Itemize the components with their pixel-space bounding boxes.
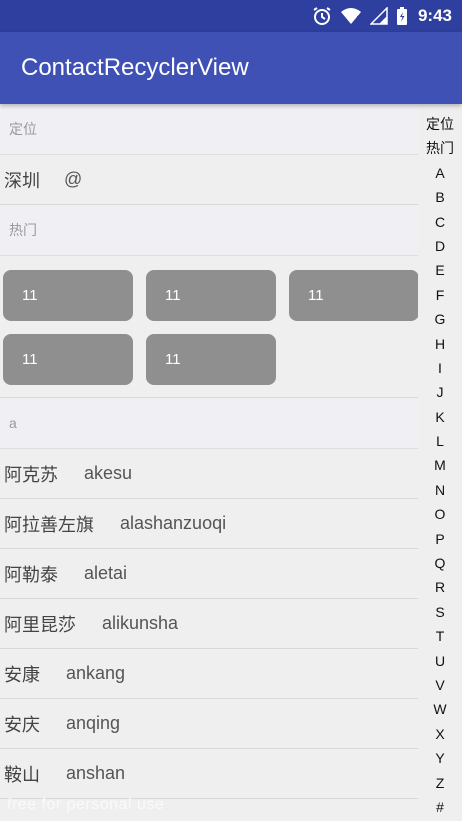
list-item[interactable]: 安康 ankang [0,649,418,699]
section-header-label: 热门 [9,222,37,238]
city-pinyin: akesu [84,463,133,483]
hot-city-chip[interactable]: 11 [146,270,276,321]
list-item[interactable]: 鞍山 anshan [0,749,418,799]
city-name: 安庆 [4,714,40,735]
index-letter[interactable]: H [435,332,445,356]
alarm-icon [312,6,332,26]
index-letter[interactable]: I [438,356,442,380]
list-item[interactable]: 阿克苏 akesu [0,449,418,499]
index-letter[interactable]: C [435,210,445,234]
city-name: 安康 [4,664,40,685]
hot-city-chip[interactable]: 11 [289,270,418,321]
index-letter[interactable]: L [436,429,444,453]
city-name: 阿克苏 [4,464,58,485]
watermark: free for personal use [7,796,165,813]
city-pinyin: anqing [66,713,121,733]
index-letter[interactable]: 热门 [426,136,454,160]
index-letter[interactable]: X [435,722,444,746]
list-item[interactable]: 安庆 anqing [0,699,418,749]
index-letter[interactable]: F [436,283,445,307]
chip-label: 11 [165,287,181,304]
index-letter[interactable]: O [435,502,446,526]
section-header-location: 定位 [0,104,418,155]
index-letter[interactable]: M [434,453,446,477]
section-header-label: 定位 [9,121,37,137]
app-title: ContactRecyclerView [21,54,249,81]
chip-label: 11 [22,351,38,368]
index-letter[interactable]: U [435,649,445,673]
screen: 9:43 ContactRecyclerView 定位 深圳 @ 热门 11 1… [0,0,462,821]
index-letter[interactable]: D [435,234,445,258]
index-letter[interactable]: Z [436,771,445,795]
city-pinyin: alikunsha [102,613,179,633]
index-letter[interactable]: N [435,478,445,502]
list-item[interactable]: 阿勒泰 aletai [0,549,418,599]
location-extra: @ [64,169,83,189]
index-letter[interactable]: T [436,624,445,648]
index-letter[interactable]: E [435,258,444,282]
index-letter[interactable]: Y [435,746,444,770]
index-letter[interactable]: K [435,405,444,429]
hot-city-chip[interactable]: 11 [3,270,133,321]
signal-icon [369,7,388,25]
index-letter[interactable]: W [433,697,446,721]
city-name: 阿拉善左旗 [4,514,94,535]
city-pinyin: ankang [66,663,126,683]
hot-city-chip[interactable]: 11 [3,334,133,385]
index-letter[interactable]: A [435,161,444,185]
section-header-hot: 热门 [0,205,418,256]
section-header-label: a [9,415,17,431]
index-letter[interactable]: R [435,575,445,599]
city-pinyin: anshan [66,763,126,783]
hot-city-grid: 11 11 11 11 11 [0,256,418,398]
status-bar: 9:43 [0,0,462,32]
chip-label: 11 [165,351,181,368]
hot-city-chip[interactable]: 11 [146,334,276,385]
index-letter[interactable]: B [435,185,444,209]
index-letter[interactable]: # [436,795,444,819]
section-header-a: a [0,398,418,449]
city-pinyin: aletai [84,563,128,583]
status-time: 9:43 [417,6,452,25]
index-letter[interactable]: 定位 [426,112,454,136]
list-item[interactable]: 阿拉善左旗 alashanzuoqi [0,499,418,549]
city-name: 阿勒泰 [4,564,58,585]
index-letter[interactable]: Q [435,551,446,575]
wifi-icon [340,7,362,25]
index-letter[interactable]: J [437,380,444,404]
side-index-bar[interactable]: 定位 热门 A B C D E F G H I J K L M N O P Q … [418,112,462,819]
location-city: 深圳 [4,170,40,191]
index-letter[interactable]: P [435,527,444,551]
app-bar: ContactRecyclerView [0,32,462,104]
chip-label: 11 [22,287,38,304]
city-name: 鞍山 [4,764,40,785]
city-pinyin: alashanzuoqi [120,513,227,533]
contact-list[interactable]: 定位 深圳 @ 热门 11 11 11 11 11 a 阿克苏 akesu 阿拉… [0,104,418,821]
index-letter[interactable]: G [435,307,446,331]
index-letter[interactable]: V [435,673,444,697]
list-item[interactable]: 阿里昆莎 alikunsha [0,599,418,649]
location-row[interactable]: 深圳 @ [0,155,418,205]
chip-label: 11 [308,287,324,304]
index-letter[interactable]: S [435,600,444,624]
battery-icon [396,6,408,26]
city-name: 阿里昆莎 [4,614,76,635]
